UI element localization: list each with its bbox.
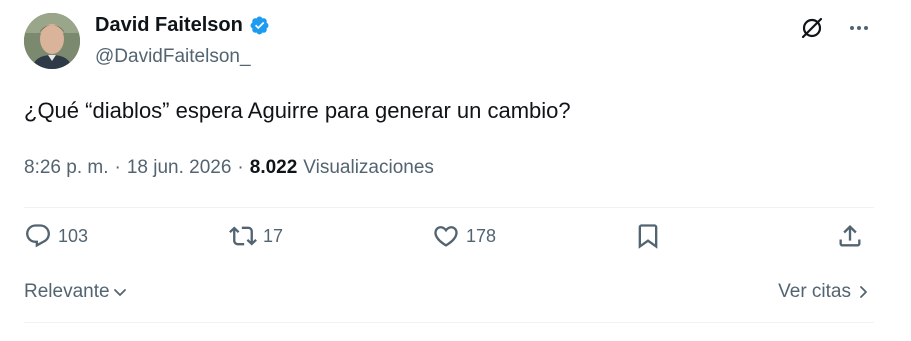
bookmark-button[interactable]	[634, 222, 662, 250]
tweet-text: ¿Qué “diablos” espera Aguirre para gener…	[24, 98, 571, 123]
reply-icon	[26, 224, 50, 248]
like-icon	[434, 226, 458, 247]
reply-count: 103	[58, 225, 89, 246]
avatar[interactable]	[24, 13, 80, 69]
author-handle[interactable]: @DavidFaitelson_	[95, 46, 251, 68]
share-icon	[839, 225, 861, 247]
tweet-meta: 8:26 p. m. · 18 jun. 2026 · 8.022 Visual…	[24, 157, 434, 179]
like-count: 178	[466, 225, 497, 246]
divider	[24, 207, 874, 208]
views-count[interactable]: 8.022	[250, 157, 298, 179]
meta-separator: ·	[114, 157, 121, 178]
tweet-actions: 103 17 178	[24, 222, 866, 266]
quotes-label: Ver citas	[778, 281, 851, 302]
like-button[interactable]: 178	[432, 222, 496, 250]
reply-button[interactable]: 103	[24, 222, 88, 250]
bookmark-icon	[638, 224, 658, 249]
chevron-down-icon	[113, 289, 126, 296]
tweet-date[interactable]: 18 jun. 2026	[127, 157, 232, 179]
meta-separator: ·	[237, 157, 244, 178]
retweet-button[interactable]: 17	[229, 222, 283, 250]
view-quotes-link[interactable]: Ver citas	[778, 281, 869, 303]
sort-label: Relevante	[24, 281, 110, 302]
sort-replies-button[interactable]: Relevante	[24, 281, 128, 303]
share-button[interactable]	[836, 222, 864, 250]
header-actions	[799, 15, 871, 46]
author-display-name[interactable]: David Faitelson	[95, 14, 243, 37]
divider	[24, 322, 874, 323]
retweet-count: 17	[263, 225, 284, 246]
more-icon[interactable]	[847, 16, 871, 45]
retweet-icon	[229, 226, 257, 246]
grok-icon[interactable]	[799, 15, 825, 46]
author-name-row: David Faitelson	[95, 14, 270, 37]
chevron-right-icon	[860, 286, 867, 298]
verified-icon	[249, 15, 270, 36]
tweet-time[interactable]: 8:26 p. m.	[24, 157, 109, 179]
views-label[interactable]: Visualizaciones	[303, 157, 434, 179]
avatar-photo	[24, 13, 80, 69]
